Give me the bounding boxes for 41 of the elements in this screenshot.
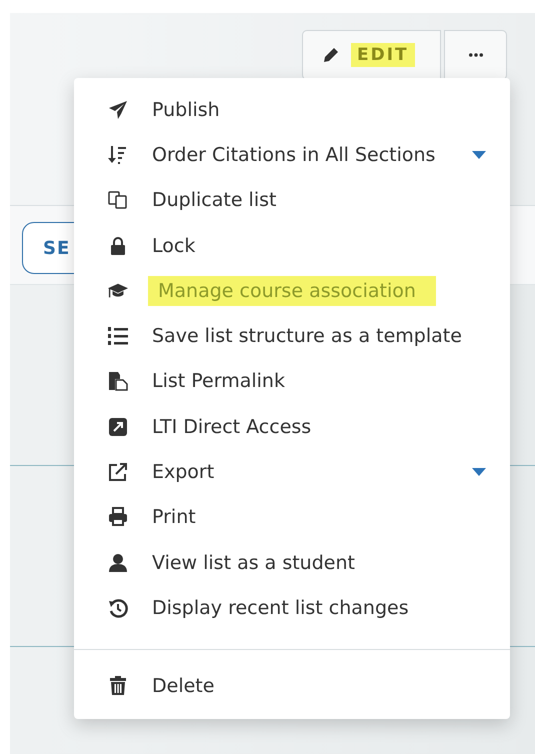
more-icon (468, 53, 482, 57)
menu-item[interactable]: Duplicate list (74, 178, 510, 223)
numbered-list-icon (108, 326, 128, 346)
export-icon (108, 462, 128, 482)
lock-icon (108, 236, 128, 256)
edit-label: EDIT (351, 43, 415, 67)
sort-icon (108, 144, 128, 165)
external-link-icon (108, 416, 128, 437)
menu-item[interactable]: Display recent list changes (74, 585, 510, 631)
user-icon (108, 552, 128, 573)
menu-item-label: Export (151, 460, 216, 484)
menu-item-label: Print (151, 505, 197, 530)
menu-item[interactable]: Publish (74, 87, 510, 132)
menu-item[interactable]: View list as a student (74, 540, 510, 586)
document-icon (108, 371, 128, 392)
menu-item-label: Delete (151, 674, 216, 698)
menu-item-label: Lock (151, 234, 196, 258)
menu-item[interactable]: Order Citations in All Sections (74, 132, 510, 178)
menu-item-label: List Permalink (151, 369, 286, 394)
trash-icon (108, 676, 128, 696)
print-icon (108, 507, 128, 528)
copy-icon (108, 190, 128, 210)
menu-item-label: View list as a student (151, 550, 356, 575)
menu-item-label: Display recent list changes (151, 596, 410, 620)
menu-item-label: Duplicate list (151, 188, 278, 212)
menu-item-label: Save list structure as a template (151, 324, 463, 348)
history-icon (108, 598, 128, 618)
pencil-icon (323, 47, 339, 63)
menu-item[interactable]: Save list structure as a template (74, 313, 510, 359)
menu-item[interactable]: List Permalink (74, 358, 510, 404)
menu-item[interactable]: LTI Direct Access (74, 404, 510, 450)
caret-icon[interactable] (472, 150, 486, 159)
paper-plane-icon (108, 100, 128, 120)
menu-item[interactable]: Export (74, 449, 510, 495)
menu-item[interactable]: Delete (74, 664, 510, 709)
menu-item[interactable]: Print (74, 494, 510, 540)
menu-item-label: LTI Direct Access (151, 414, 312, 439)
caret-icon[interactable] (472, 468, 486, 476)
menu-item-label: Order Citations in All Sections (151, 142, 436, 167)
menu-item-label: Publish (151, 98, 221, 122)
menu-item-label: Manage course association (148, 276, 436, 306)
